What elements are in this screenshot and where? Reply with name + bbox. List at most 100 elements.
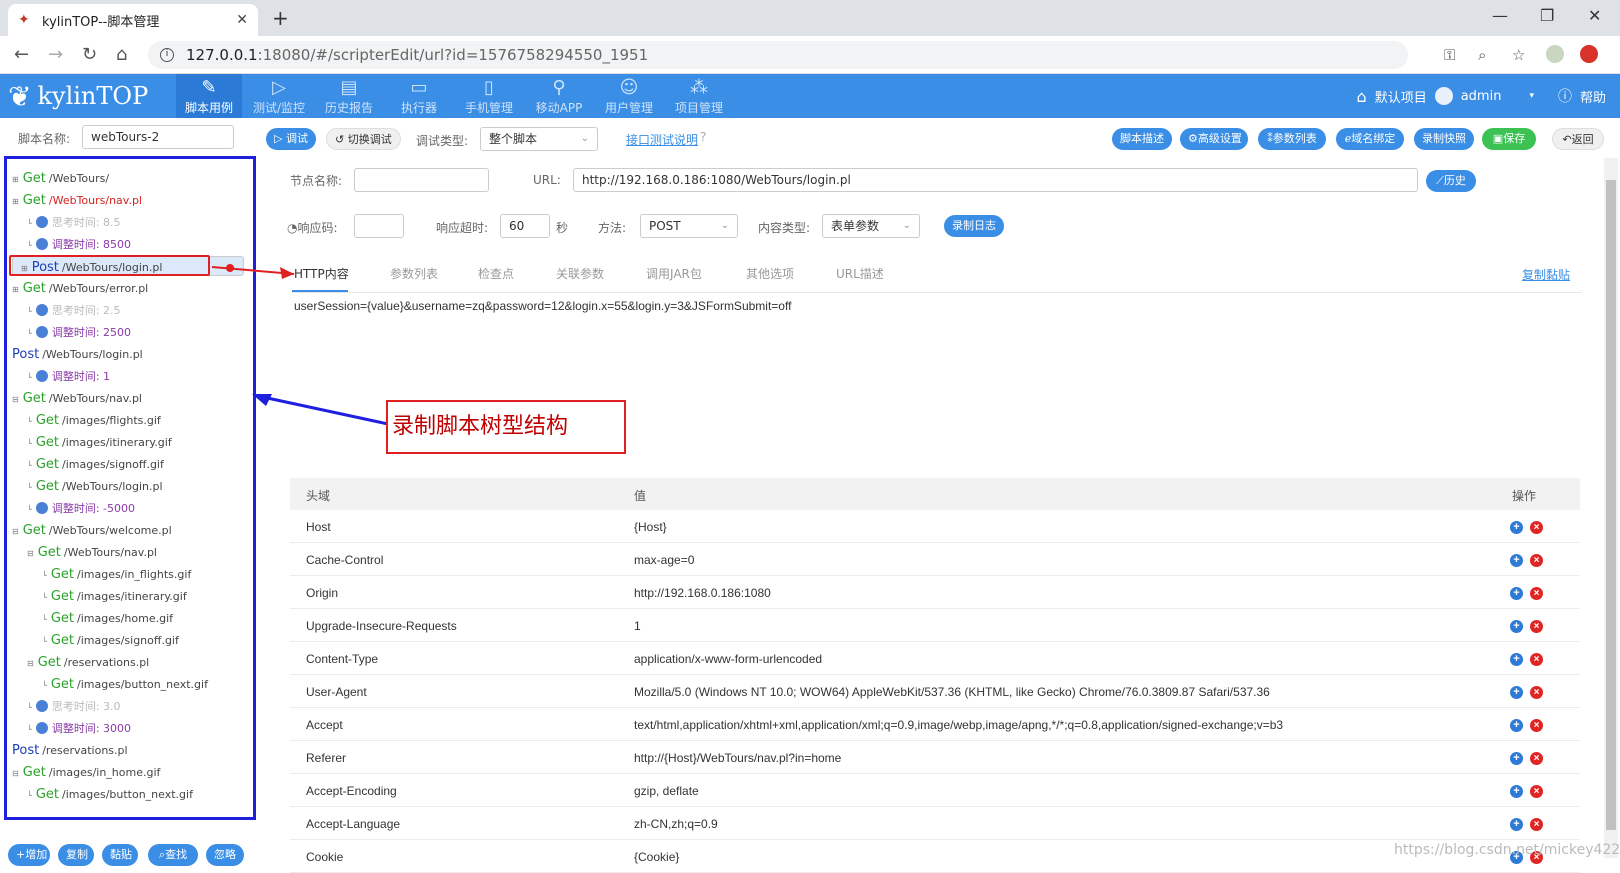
tree-node[interactable]: └ Get/images/signoff.gif [42, 630, 179, 650]
tree-timing-node[interactable]: └ 调整时间: 3000 [27, 718, 131, 738]
header-value[interactable]: http://192.168.0.186:1080 [634, 586, 771, 600]
tree-timing-node[interactable]: └ 调整时间: 1 [27, 366, 110, 386]
tree-timing-node[interactable]: └ 思考时间: 8.5 [27, 212, 121, 232]
advanced-settings-button[interactable]: ⚙高级设置 [1180, 128, 1248, 150]
domain-bind-button[interactable]: ℯ域名绑定 [1336, 128, 1404, 150]
add-node-button[interactable]: +增加 [8, 844, 50, 866]
header-key[interactable]: Referer [306, 751, 346, 765]
tree-node[interactable]: └ Get/images/button_next.gif [27, 784, 193, 804]
save-button[interactable]: ▣保存 [1482, 128, 1536, 150]
window-close-icon[interactable]: ✕ [1588, 6, 1601, 25]
close-tab-icon[interactable]: ✕ [236, 12, 248, 28]
script-desc-button[interactable]: 脚本描述 [1112, 128, 1172, 150]
minimize-icon[interactable]: — [1492, 6, 1508, 25]
info-icon[interactable]: i [160, 48, 174, 62]
nav-executor[interactable]: ▭ 执行器 [386, 74, 452, 118]
header-value[interactable]: {Cookie} [634, 850, 679, 864]
header-key[interactable]: Cookie [306, 850, 343, 864]
tree-timing-node[interactable]: └ 调整时间: -5000 [27, 498, 135, 518]
zoom-icon[interactable]: ⌕ [1478, 46, 1486, 64]
browser-tab[interactable]: ✦ kylinTOP--脚本管理 ✕ [8, 4, 258, 36]
node-name-input[interactable] [354, 168, 489, 192]
delete-row-icon[interactable]: × [1530, 785, 1543, 798]
tree-node[interactable]: ⊟ Get/WebTours/nav.pl [27, 542, 157, 562]
ignore-node-button[interactable]: 忽略 [206, 844, 244, 866]
add-row-icon[interactable]: + [1510, 719, 1523, 732]
delete-row-icon[interactable]: × [1530, 620, 1543, 633]
timeout-input[interactable]: 60 [500, 214, 550, 238]
tree-node[interactable]: └ Get/images/button_next.gif [42, 674, 208, 694]
expand-toggle-icon[interactable]: ⊞ [12, 175, 19, 184]
extension-icon[interactable] [1580, 45, 1598, 63]
caret-down-icon[interactable]: ▾ [1529, 91, 1534, 101]
switch-debug-button[interactable]: ↺ 切换调试 [326, 128, 401, 150]
copy-node-button[interactable]: 复制 [58, 844, 94, 866]
copy-paste-link[interactable]: 复制黏贴 [1522, 266, 1570, 283]
home-icon[interactable]: ⌂ [116, 44, 127, 65]
new-tab-icon[interactable]: + [272, 6, 289, 30]
add-row-icon[interactable]: + [1510, 785, 1523, 798]
header-value[interactable]: 1 [634, 619, 641, 633]
tab-param-list[interactable]: 参数列表 [390, 265, 438, 282]
tree-node[interactable]: └ Get/images/itinerary.gif [42, 586, 187, 606]
header-key[interactable]: Accept-Language [306, 817, 400, 831]
tree-node[interactable]: ⊟ Get/images/in_home.gif [12, 762, 160, 782]
header-value[interactable]: zh-CN,zh;q=0.9 [634, 817, 718, 831]
question-icon[interactable]: ? [700, 130, 706, 144]
user-name[interactable]: admin [1461, 89, 1502, 104]
header-value[interactable]: http://{Host}/WebTours/nav.pl?in=home [634, 751, 841, 765]
tree-timing-node[interactable]: └ 调整时间: 8500 [27, 234, 131, 254]
back-icon[interactable]: ← [14, 44, 29, 65]
restore-icon[interactable]: ❐ [1540, 6, 1554, 25]
delete-row-icon[interactable]: × [1530, 521, 1543, 534]
tree-node[interactable]: └ Get/images/itinerary.gif [27, 432, 172, 452]
add-row-icon[interactable]: + [1510, 686, 1523, 699]
nav-mobile-app[interactable]: ⚲ 移动APP [526, 74, 592, 118]
add-row-icon[interactable]: + [1510, 620, 1523, 633]
record-log-button[interactable]: 录制日志 [944, 215, 1004, 237]
avatar[interactable] [1434, 87, 1453, 105]
tree-node[interactable]: └ Get/images/in_flights.gif [42, 564, 191, 584]
tab-http-content[interactable]: HTTP内容 [294, 265, 349, 282]
add-row-icon[interactable]: + [1510, 587, 1523, 600]
delete-row-icon[interactable]: × [1530, 686, 1543, 699]
content-type-select[interactable]: 表单参数 ⌄ [822, 214, 920, 238]
header-key[interactable]: Host [306, 520, 331, 534]
help-link[interactable]: 帮助 [1580, 87, 1606, 106]
debug-button[interactable]: ▷ 调试 [266, 128, 316, 150]
record-snapshot-button[interactable]: 录制快照 [1414, 128, 1474, 150]
expand-toggle-icon[interactable]: ⊟ [12, 395, 19, 404]
nav-test-monitor[interactable]: ▷ 测试/监控 [246, 74, 312, 118]
debug-type-select[interactable]: 整个脚本 ⌄ [480, 127, 598, 151]
tree-timing-node[interactable]: └ 调整时间: 2500 [27, 322, 131, 342]
nav-phone-manage[interactable]: ▯ 手机管理 [456, 74, 522, 118]
tree-node[interactable]: ⊟ Get/reservations.pl [27, 652, 149, 672]
tab-url-desc[interactable]: URL描述 [836, 265, 884, 282]
tree-node[interactable]: Post/WebTours/login.pl [12, 344, 143, 364]
header-value[interactable]: Mozilla/5.0 (Windows NT 10.0; WOW64) App… [634, 685, 1270, 699]
paste-node-button[interactable]: 黏贴 [102, 844, 138, 866]
history-button[interactable]: ⟋历史 [1426, 170, 1476, 192]
expand-toggle-icon[interactable]: ⊟ [27, 549, 34, 558]
nav-user-manage[interactable]: ☺ 用户管理 [596, 74, 662, 118]
tree-node[interactable]: ⊞ Get/WebTours/ [12, 168, 109, 188]
tab-checkpoint[interactable]: 检查点 [478, 265, 514, 282]
header-key[interactable]: Content-Type [306, 652, 378, 666]
add-row-icon[interactable]: + [1510, 818, 1523, 831]
tree-node[interactable]: ⊞ Get/WebTours/error.pl [12, 278, 148, 298]
find-node-button[interactable]: ⌕查找 [148, 844, 198, 866]
delete-row-icon[interactable]: × [1530, 554, 1543, 567]
url-field[interactable]: i 127.0.0.1 :18080/#/scripterEdit/url?id… [148, 41, 1408, 69]
tree-node[interactable]: Post/reservations.pl [12, 740, 128, 760]
header-key[interactable]: User-Agent [306, 685, 367, 699]
request-url-input[interactable]: http://192.168.0.186:1080/WebTours/login… [573, 168, 1418, 192]
bookmark-star-icon[interactable]: ☆ [1512, 46, 1525, 64]
param-list-button[interactable]: ⁑参数列表 [1258, 128, 1326, 150]
header-key[interactable]: Origin [306, 586, 338, 600]
method-select[interactable]: POST ⌄ [640, 214, 738, 238]
project-selector[interactable]: 默认项目 [1375, 87, 1427, 106]
add-row-icon[interactable]: + [1510, 521, 1523, 534]
tree-node[interactable]: └ Get/images/signoff.gif [27, 454, 164, 474]
add-row-icon[interactable]: + [1510, 653, 1523, 666]
header-value[interactable]: max-age=0 [634, 553, 694, 567]
